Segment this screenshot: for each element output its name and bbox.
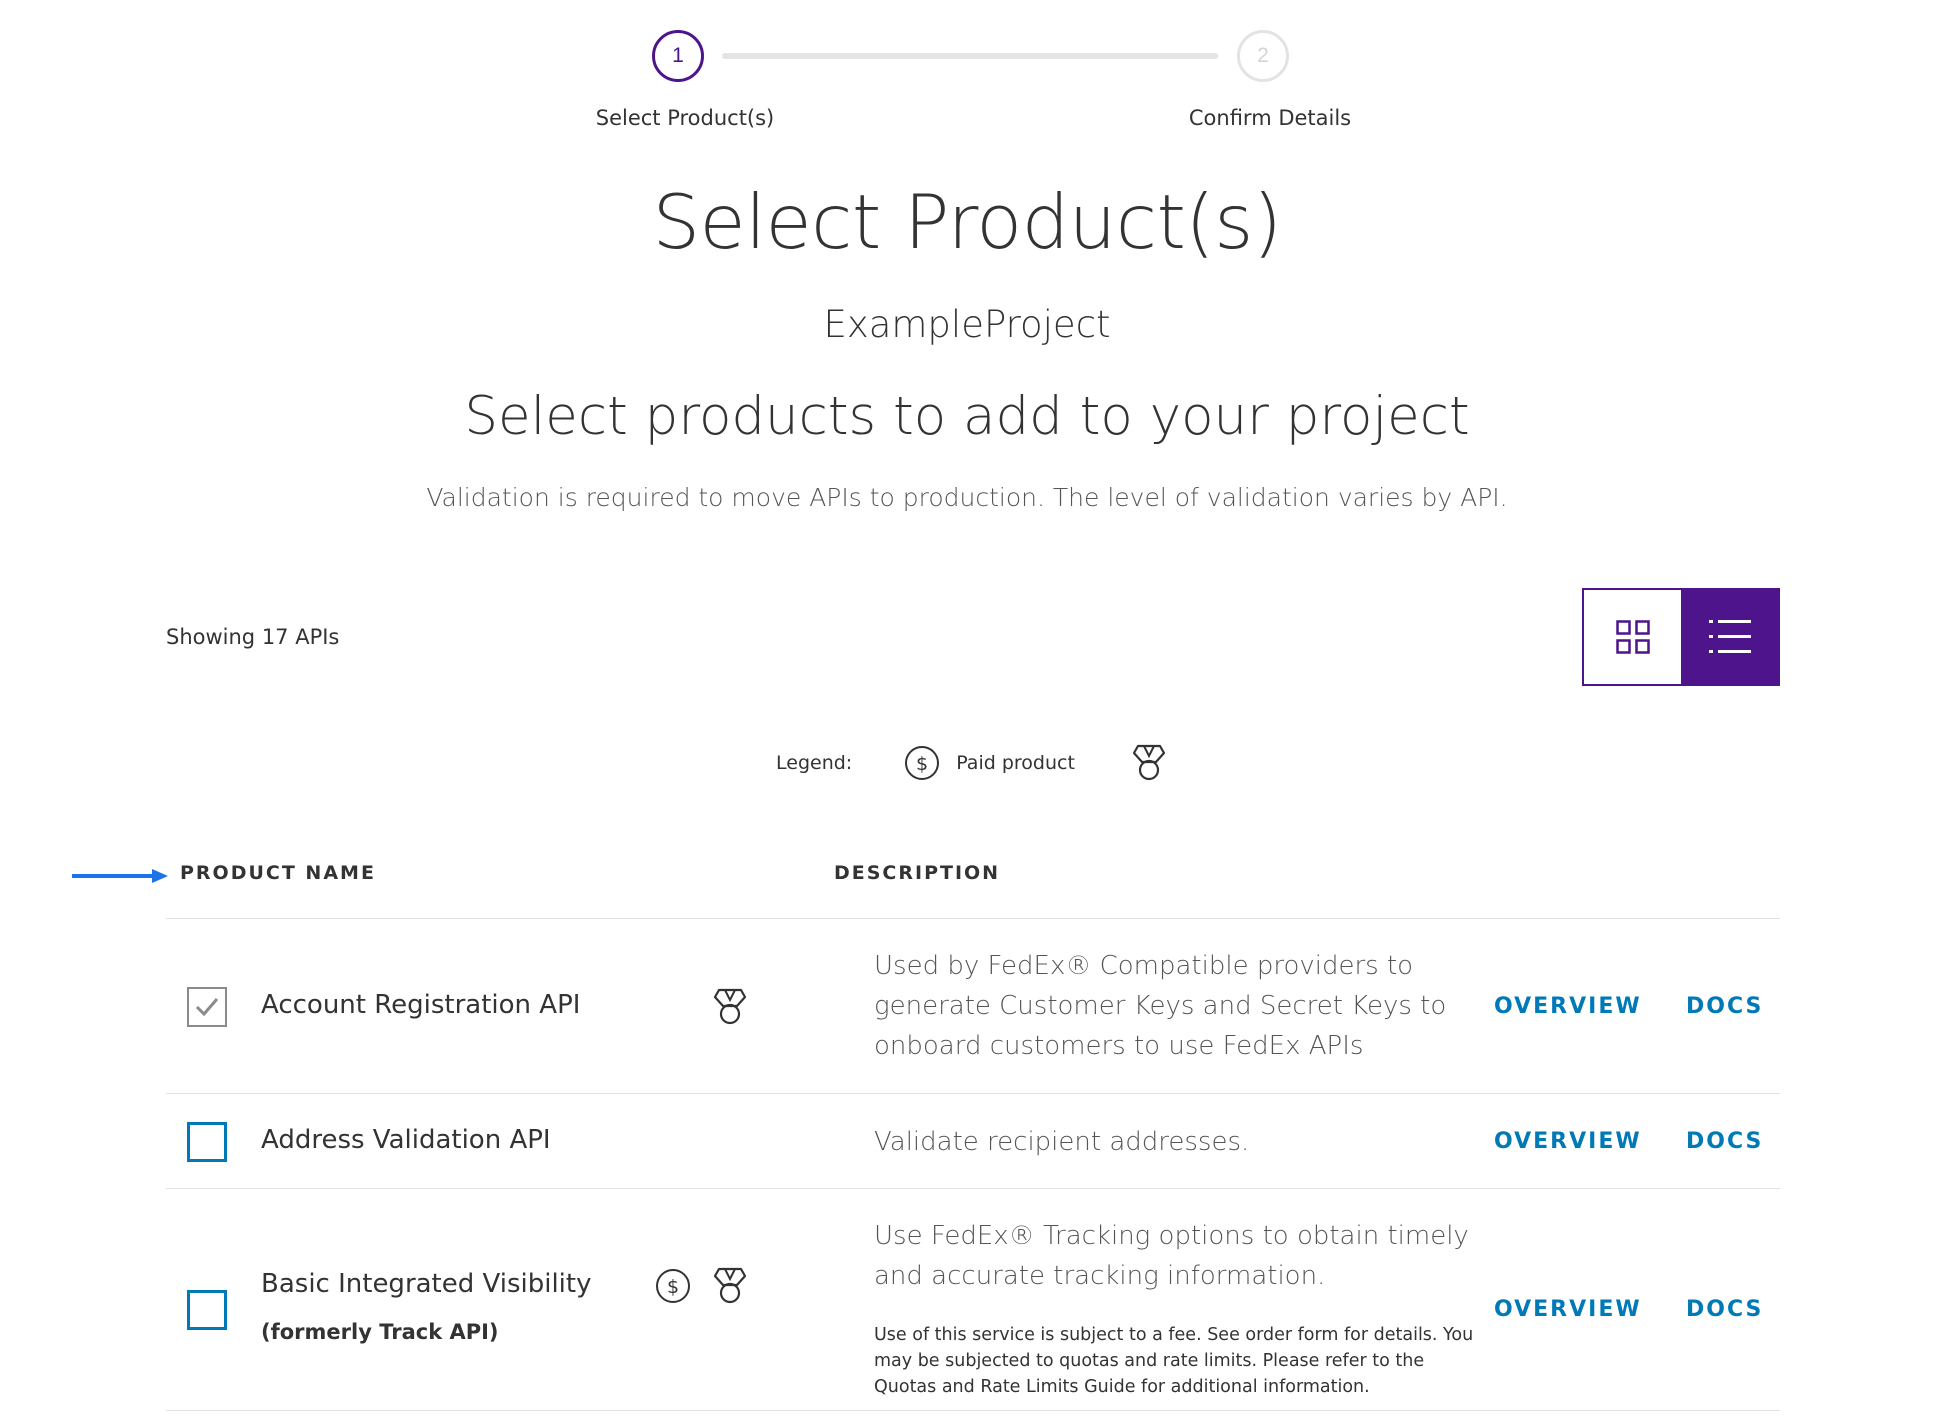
dollar-icon: $ xyxy=(656,1269,690,1303)
product-description: Used by FedEx® Compatible providers to g… xyxy=(874,951,1447,1061)
row-divider xyxy=(166,1188,1780,1189)
project-name: ExampleProject xyxy=(823,303,1111,346)
docs-link[interactable]: DOCS xyxy=(1686,1129,1763,1154)
overview-link[interactable]: OVERVIEW xyxy=(1494,1129,1642,1154)
step-1-label: Select Product(s) xyxy=(595,106,775,130)
step-2-indicator: 2 xyxy=(1237,30,1289,82)
step-2-label: Confirm Details xyxy=(1188,106,1352,130)
section-heading: Select products to add to your project xyxy=(464,386,1470,447)
medal-icon xyxy=(714,1267,746,1304)
legend: Legend: $ Paid product xyxy=(776,743,1165,783)
legend-paid-label: Paid product xyxy=(956,752,1075,774)
product-fee-note: Use of this service is subject to a fee.… xyxy=(874,1325,1474,1397)
step-1-indicator: 1 xyxy=(652,30,704,82)
svg-text:$: $ xyxy=(667,1276,679,1298)
showing-count: Showing 17 APIs xyxy=(166,625,340,649)
docs-link[interactable]: DOCS xyxy=(1686,994,1763,1019)
product-name: Address Validation API xyxy=(261,1125,551,1155)
product-name: Basic Integrated Visibility xyxy=(261,1269,592,1299)
list-view-icon xyxy=(1708,620,1751,653)
grid-view-icon xyxy=(1615,620,1650,654)
grid-view-button[interactable] xyxy=(1584,590,1681,684)
overview-link[interactable]: OVERVIEW xyxy=(1494,994,1642,1019)
product-description: Validate recipient addresses. xyxy=(874,1127,1250,1157)
checkmark-icon xyxy=(195,998,219,1017)
product-subname: (formerly Track API) xyxy=(261,1320,499,1344)
product-checkbox[interactable] xyxy=(187,1290,227,1330)
column-header-product-name: PRODUCT NAME xyxy=(180,862,376,884)
stepper-progress-line xyxy=(722,53,1218,59)
row-divider xyxy=(166,1093,1780,1094)
dollar-icon: $ xyxy=(905,746,940,780)
validation-subtext: Validation is required to move APIs to p… xyxy=(426,483,1508,512)
docs-link[interactable]: DOCS xyxy=(1686,1297,1763,1322)
view-toggle xyxy=(1582,588,1780,686)
overview-link[interactable]: OVERVIEW xyxy=(1494,1297,1642,1322)
arrow-annotation-icon xyxy=(72,869,168,883)
svg-text:$: $ xyxy=(916,753,928,775)
product-checkbox[interactable] xyxy=(187,1122,227,1162)
legend-label: Legend: xyxy=(776,752,853,774)
column-header-description: DESCRIPTION xyxy=(834,862,1001,884)
medal-icon xyxy=(1132,744,1165,781)
page-title: Select Product(s) xyxy=(652,178,1282,266)
product-checkbox[interactable] xyxy=(187,987,227,1027)
row-divider xyxy=(166,1410,1780,1411)
table-divider xyxy=(166,918,1780,919)
list-view-button[interactable] xyxy=(1681,590,1778,684)
product-name: Account Registration API xyxy=(261,990,581,1020)
medal-icon xyxy=(714,988,746,1025)
product-description: Use FedEx® Tracking options to obtain ti… xyxy=(874,1221,1469,1291)
